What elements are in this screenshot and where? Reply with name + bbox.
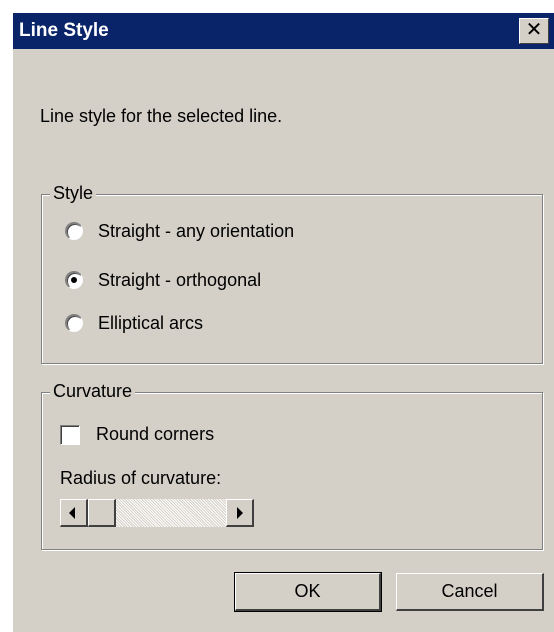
- cancel-button[interactable]: Cancel: [396, 573, 544, 611]
- radio-label: Straight - orthogonal: [98, 270, 262, 290]
- arrow-right-icon: [237, 507, 243, 519]
- radius-label: Radius of curvature:: [60, 468, 222, 488]
- dialog-title: Line Style: [19, 20, 109, 41]
- scroll-right-button[interactable]: [226, 499, 254, 527]
- title-bar[interactable]: Line Style: [13, 13, 554, 49]
- ok-button[interactable]: OK: [234, 572, 382, 612]
- instruction-text: Line style for the selected line.: [40, 106, 283, 126]
- curvature-group-legend: Curvature: [50, 381, 136, 402]
- radio-button[interactable]: [65, 271, 83, 289]
- scroll-left-button[interactable]: [60, 499, 88, 527]
- slider-thumb[interactable]: [88, 499, 116, 527]
- radio-label: Elliptical arcs: [98, 313, 204, 333]
- radius-slider[interactable]: [60, 499, 254, 527]
- arrow-left-icon: [69, 507, 75, 519]
- radio-label: Straight - any orientation: [98, 221, 295, 241]
- radio-button[interactable]: [65, 314, 83, 332]
- line-style-dialog: Line Style ✕ Line style for the selected…: [12, 12, 554, 632]
- curvature-group: Curvature Round corners Radius of curvat…: [41, 381, 543, 550]
- close-icon: ✕: [525, 19, 543, 41]
- round-corners-checkbox[interactable]: [60, 425, 80, 445]
- close-button[interactable]: ✕: [519, 18, 549, 44]
- style-group: Style Straight - any orientation Straigh…: [41, 183, 543, 364]
- style-group-legend: Style: [50, 183, 97, 204]
- radio-button[interactable]: [65, 222, 83, 240]
- round-corners-label: Round corners: [96, 424, 215, 444]
